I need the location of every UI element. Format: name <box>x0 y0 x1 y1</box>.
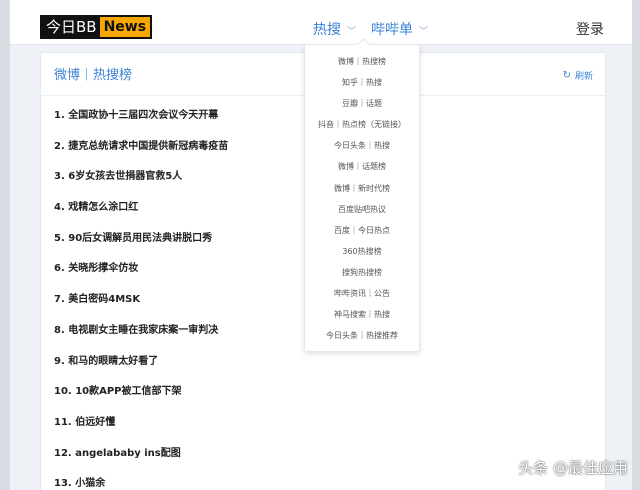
chevron-down-icon: ﹀ <box>419 27 429 37</box>
dropdown-item[interactable]: 360热搜榜 <box>305 241 419 262</box>
nav-hot-search[interactable]: 热搜 ﹀ <box>313 19 356 39</box>
dropdown-item[interactable]: 今日头条｜热搜 <box>305 135 419 156</box>
dropdown-item[interactable]: 抖音｜热点榜（无链接） <box>305 114 419 135</box>
list-item[interactable]: 2. 捷克总统请求中国提供新冠病毒疫苗 <box>54 140 228 171</box>
hot-search-dropdown: 微博｜热搜榜 知乎｜热搜 豆瓣｜话题 抖音｜热点榜（无链接） 今日头条｜热搜 微… <box>304 38 420 352</box>
nav-bibi-list[interactable]: 哔哔单 ﹀ <box>371 19 428 39</box>
nav-bibi-list-label: 哔哔单 <box>371 22 413 38</box>
refresh-icon: ↻ <box>562 70 571 81</box>
nav-hot-search-label: 热搜 <box>313 22 341 38</box>
login-button[interactable]: 登录 <box>576 19 604 39</box>
watermark-text: 头条 @最佳应用 <box>518 459 628 477</box>
dropdown-item[interactable]: 微博｜话题榜 <box>305 156 419 177</box>
top-navbar: 今日BB News 热搜 ﹀ 哔哔单 ﹀ 登录 <box>10 0 632 45</box>
chevron-down-icon: ﹀ <box>347 27 357 37</box>
dropdown-item[interactable]: 知乎｜热搜 <box>305 72 419 93</box>
list-item[interactable]: 8. 电视剧女主睡在我家床案一审判决 <box>54 324 228 355</box>
list-item[interactable]: 4. 戏精怎么涂口红 <box>54 201 228 232</box>
list-item[interactable]: 9. 和马的眼睛太好看了 <box>54 355 228 386</box>
list-item[interactable]: 7. 美白密码4MSK <box>54 293 228 324</box>
dropdown-item[interactable]: 百度｜今日热点 <box>305 220 419 241</box>
dropdown-item[interactable]: 微博｜热搜榜 <box>305 51 419 72</box>
list-item[interactable]: 5. 90后女调解员用民法典讲脱口秀 <box>54 232 228 263</box>
dropdown-item[interactable]: 今日头条｜热搜推荐 <box>305 325 419 346</box>
dropdown-item[interactable]: 神马搜索｜热搜 <box>305 304 419 325</box>
refresh-button[interactable]: ↻ 刷新 <box>563 69 593 82</box>
card-title: 微博｜热搜榜 <box>54 68 133 83</box>
site-logo[interactable]: 今日BB News <box>40 15 153 39</box>
app-frame: 今日BB News 热搜 ﹀ 哔哔单 ﹀ 登录 微博｜热搜榜 ↻ 刷新 1. 全国政… <box>10 0 632 490</box>
dropdown-item[interactable]: 微博｜新时代榜 <box>305 178 419 199</box>
list-item[interactable]: 3. 6岁女孩去世捐器官救5人 <box>54 170 228 201</box>
refresh-label: 刷新 <box>574 72 593 82</box>
list-item[interactable]: 12. angelababy ins配图 <box>54 447 228 478</box>
hot-list: 1. 全国政协十三届四次会议今天开幕 2. 捷克总统请求中国提供新冠病毒疫苗 3… <box>54 109 228 490</box>
dropdown-item[interactable]: 搜狗热搜榜 <box>305 262 419 283</box>
list-item[interactable]: 6. 关晓彤撑伞仿妆 <box>54 262 228 293</box>
list-item[interactable]: 11. 伯远好懂 <box>54 416 228 447</box>
logo-badge: News <box>99 17 151 37</box>
list-item[interactable]: 1. 全国政协十三届四次会议今天开幕 <box>54 109 228 140</box>
list-item[interactable]: 13. 小猫余 <box>54 477 228 490</box>
dropdown-menu: 微博｜热搜榜 知乎｜热搜 豆瓣｜话题 抖音｜热点榜（无链接） 今日头条｜热搜 微… <box>305 45 419 346</box>
dropdown-item[interactable]: 百度贴吧热议 <box>305 199 419 220</box>
dropdown-item[interactable]: 豆瓣｜话题 <box>305 93 419 114</box>
dropdown-item[interactable]: 哔哔资讯｜公告 <box>305 283 419 304</box>
logo-text: 今日BB <box>46 18 97 36</box>
list-item[interactable]: 10. 10款APP被工信部下架 <box>54 385 228 416</box>
